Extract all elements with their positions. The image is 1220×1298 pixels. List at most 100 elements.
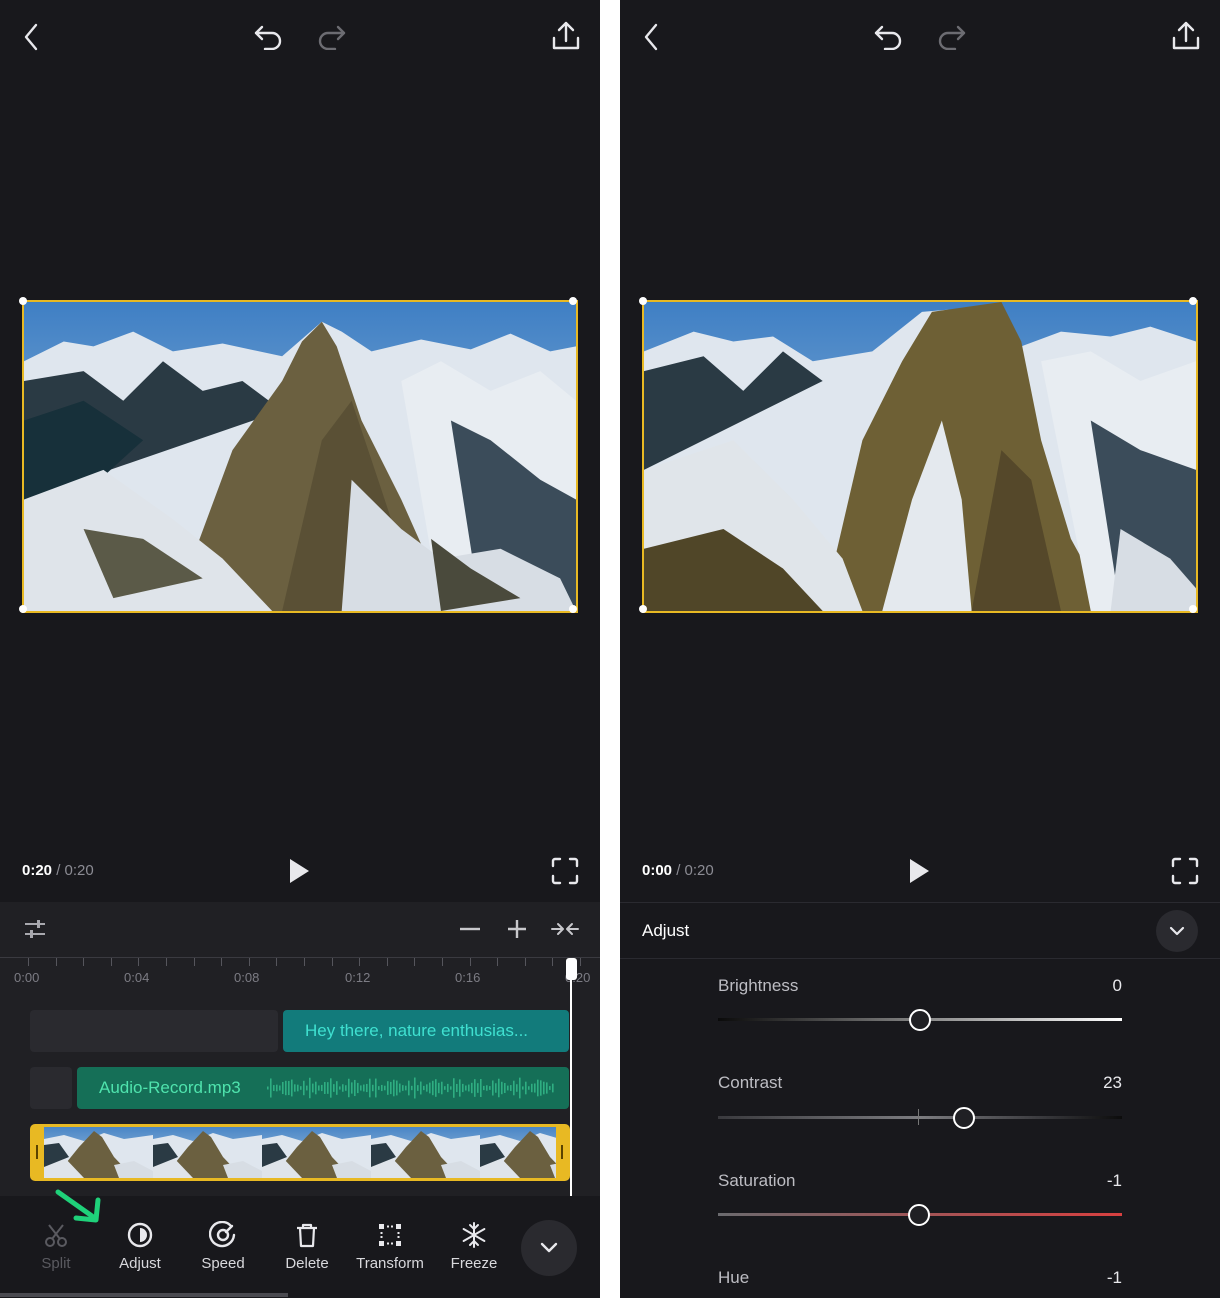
waveform-bar bbox=[423, 1085, 425, 1091]
waveform-bar bbox=[426, 1084, 428, 1092]
waveform-bar bbox=[354, 1079, 356, 1097]
waveform-bar bbox=[339, 1086, 341, 1090]
ruler-tick bbox=[166, 958, 167, 966]
scissors-icon bbox=[45, 1224, 67, 1247]
crop-handle[interactable] bbox=[639, 605, 647, 613]
ruler-tick bbox=[331, 958, 333, 966]
adjust-icon bbox=[127, 1222, 153, 1248]
mountain-preview-image bbox=[24, 302, 576, 611]
waveform-bar bbox=[429, 1082, 431, 1094]
freeze-tool[interactable]: Freeze bbox=[434, 1218, 514, 1272]
play-button[interactable] bbox=[902, 854, 936, 888]
waveform-bar bbox=[282, 1081, 284, 1095]
playhead[interactable] bbox=[570, 960, 572, 1196]
waveform-bar bbox=[351, 1082, 353, 1094]
crop-handle[interactable] bbox=[569, 605, 577, 613]
clip-trim-handle-left[interactable] bbox=[36, 1145, 38, 1159]
delete-tool[interactable]: Delete bbox=[267, 1218, 347, 1272]
crop-handle[interactable] bbox=[19, 605, 27, 613]
playhead-knob[interactable] bbox=[566, 958, 577, 980]
waveform-bar bbox=[546, 1082, 548, 1094]
timeline-ruler bbox=[0, 957, 600, 958]
waveform-bar bbox=[279, 1085, 281, 1091]
waveform-bar bbox=[363, 1084, 365, 1092]
adjust-panel bbox=[620, 902, 1220, 1298]
transform-icon bbox=[379, 1224, 401, 1246]
redo-button[interactable] bbox=[934, 20, 970, 54]
redo-button[interactable] bbox=[314, 20, 350, 54]
speed-tool[interactable]: Speed bbox=[183, 1218, 263, 1272]
time-separator: / bbox=[56, 862, 61, 879]
transform-label: Transform bbox=[356, 1255, 424, 1272]
freeze-label: Freeze bbox=[450, 1255, 498, 1272]
clip-trim-handle-right[interactable] bbox=[561, 1145, 563, 1159]
waveform-bar bbox=[393, 1079, 395, 1097]
video-preview[interactable] bbox=[642, 300, 1198, 613]
split-label: Split bbox=[41, 1255, 71, 1272]
waveform-bar bbox=[342, 1084, 344, 1092]
transform-tool[interactable]: Transform bbox=[350, 1218, 430, 1272]
waveform-bar bbox=[372, 1084, 374, 1092]
crop-handle[interactable] bbox=[639, 297, 647, 305]
audio-clip[interactable]: Audio-Record.mp3 bbox=[77, 1067, 569, 1109]
total-time: 0:20 bbox=[64, 862, 94, 879]
crop-handle[interactable] bbox=[1189, 297, 1197, 305]
waveform-bar bbox=[498, 1078, 500, 1098]
fullscreen-button[interactable] bbox=[1168, 854, 1202, 888]
back-button[interactable] bbox=[636, 20, 666, 54]
saturation-value: -1 bbox=[1106, 1171, 1122, 1190]
waveform-bar bbox=[441, 1081, 443, 1095]
waveform-bar bbox=[315, 1081, 317, 1095]
ruler-tick bbox=[110, 958, 112, 966]
back-button[interactable] bbox=[16, 20, 46, 54]
export-button[interactable] bbox=[548, 18, 584, 54]
contrast-value: 23 bbox=[1103, 1073, 1122, 1092]
fit-timeline-button[interactable] bbox=[548, 914, 582, 944]
split-tool[interactable]: Split bbox=[16, 1218, 96, 1272]
plus-icon bbox=[508, 920, 526, 938]
crop-handle[interactable] bbox=[569, 297, 577, 305]
waveform-bar bbox=[360, 1085, 362, 1091]
waveform-bar bbox=[540, 1080, 542, 1096]
waveform-bar bbox=[453, 1078, 455, 1098]
timeline-settings-button[interactable] bbox=[20, 914, 50, 944]
fullscreen-icon bbox=[1171, 857, 1199, 885]
zoom-in-button[interactable] bbox=[503, 914, 531, 944]
waveform-bar bbox=[267, 1086, 269, 1090]
play-button[interactable] bbox=[282, 854, 316, 888]
redo-icon bbox=[318, 25, 346, 50]
undo-button[interactable] bbox=[250, 20, 286, 54]
waveform-bar bbox=[402, 1085, 404, 1091]
crop-handle[interactable] bbox=[1189, 605, 1197, 613]
adjust-panel-collapse-button[interactable] bbox=[1156, 910, 1198, 952]
export-button[interactable] bbox=[1168, 18, 1204, 54]
play-icon bbox=[290, 859, 309, 883]
fullscreen-button[interactable] bbox=[548, 854, 582, 888]
toolbar-collapse-button[interactable] bbox=[521, 1220, 577, 1276]
redo-icon bbox=[938, 25, 966, 50]
waveform-bar bbox=[552, 1083, 554, 1093]
contrast-slider-track[interactable] bbox=[718, 1116, 1122, 1119]
ruler-tick bbox=[580, 958, 581, 966]
waveform-bar bbox=[309, 1077, 311, 1099]
video-preview[interactable] bbox=[22, 300, 578, 613]
undo-button[interactable] bbox=[870, 20, 906, 54]
waveform-bar bbox=[465, 1085, 467, 1091]
waveform-bar bbox=[468, 1084, 470, 1092]
waveform-bar bbox=[534, 1083, 536, 1093]
audio-clip-label: Audio-Record.mp3 bbox=[99, 1078, 241, 1097]
adjust-tool[interactable]: Adjust bbox=[100, 1218, 180, 1272]
text-clip[interactable]: Hey there, nature enthusias... bbox=[283, 1010, 569, 1052]
crop-handle[interactable] bbox=[19, 297, 27, 305]
ruler-label: 0:04 bbox=[124, 970, 150, 985]
ruler-tick bbox=[55, 958, 57, 966]
waveform-bar bbox=[471, 1082, 473, 1094]
chevron-left-icon bbox=[644, 23, 658, 51]
hue-label: Hue bbox=[718, 1268, 750, 1287]
waveform-bar bbox=[456, 1083, 458, 1093]
undo-icon bbox=[254, 25, 282, 50]
saturation-slider-thumb[interactable] bbox=[907, 1204, 930, 1226]
zoom-out-button[interactable] bbox=[456, 914, 484, 944]
brightness-slider-thumb[interactable] bbox=[909, 1009, 931, 1031]
video-clip[interactable] bbox=[30, 1124, 570, 1181]
